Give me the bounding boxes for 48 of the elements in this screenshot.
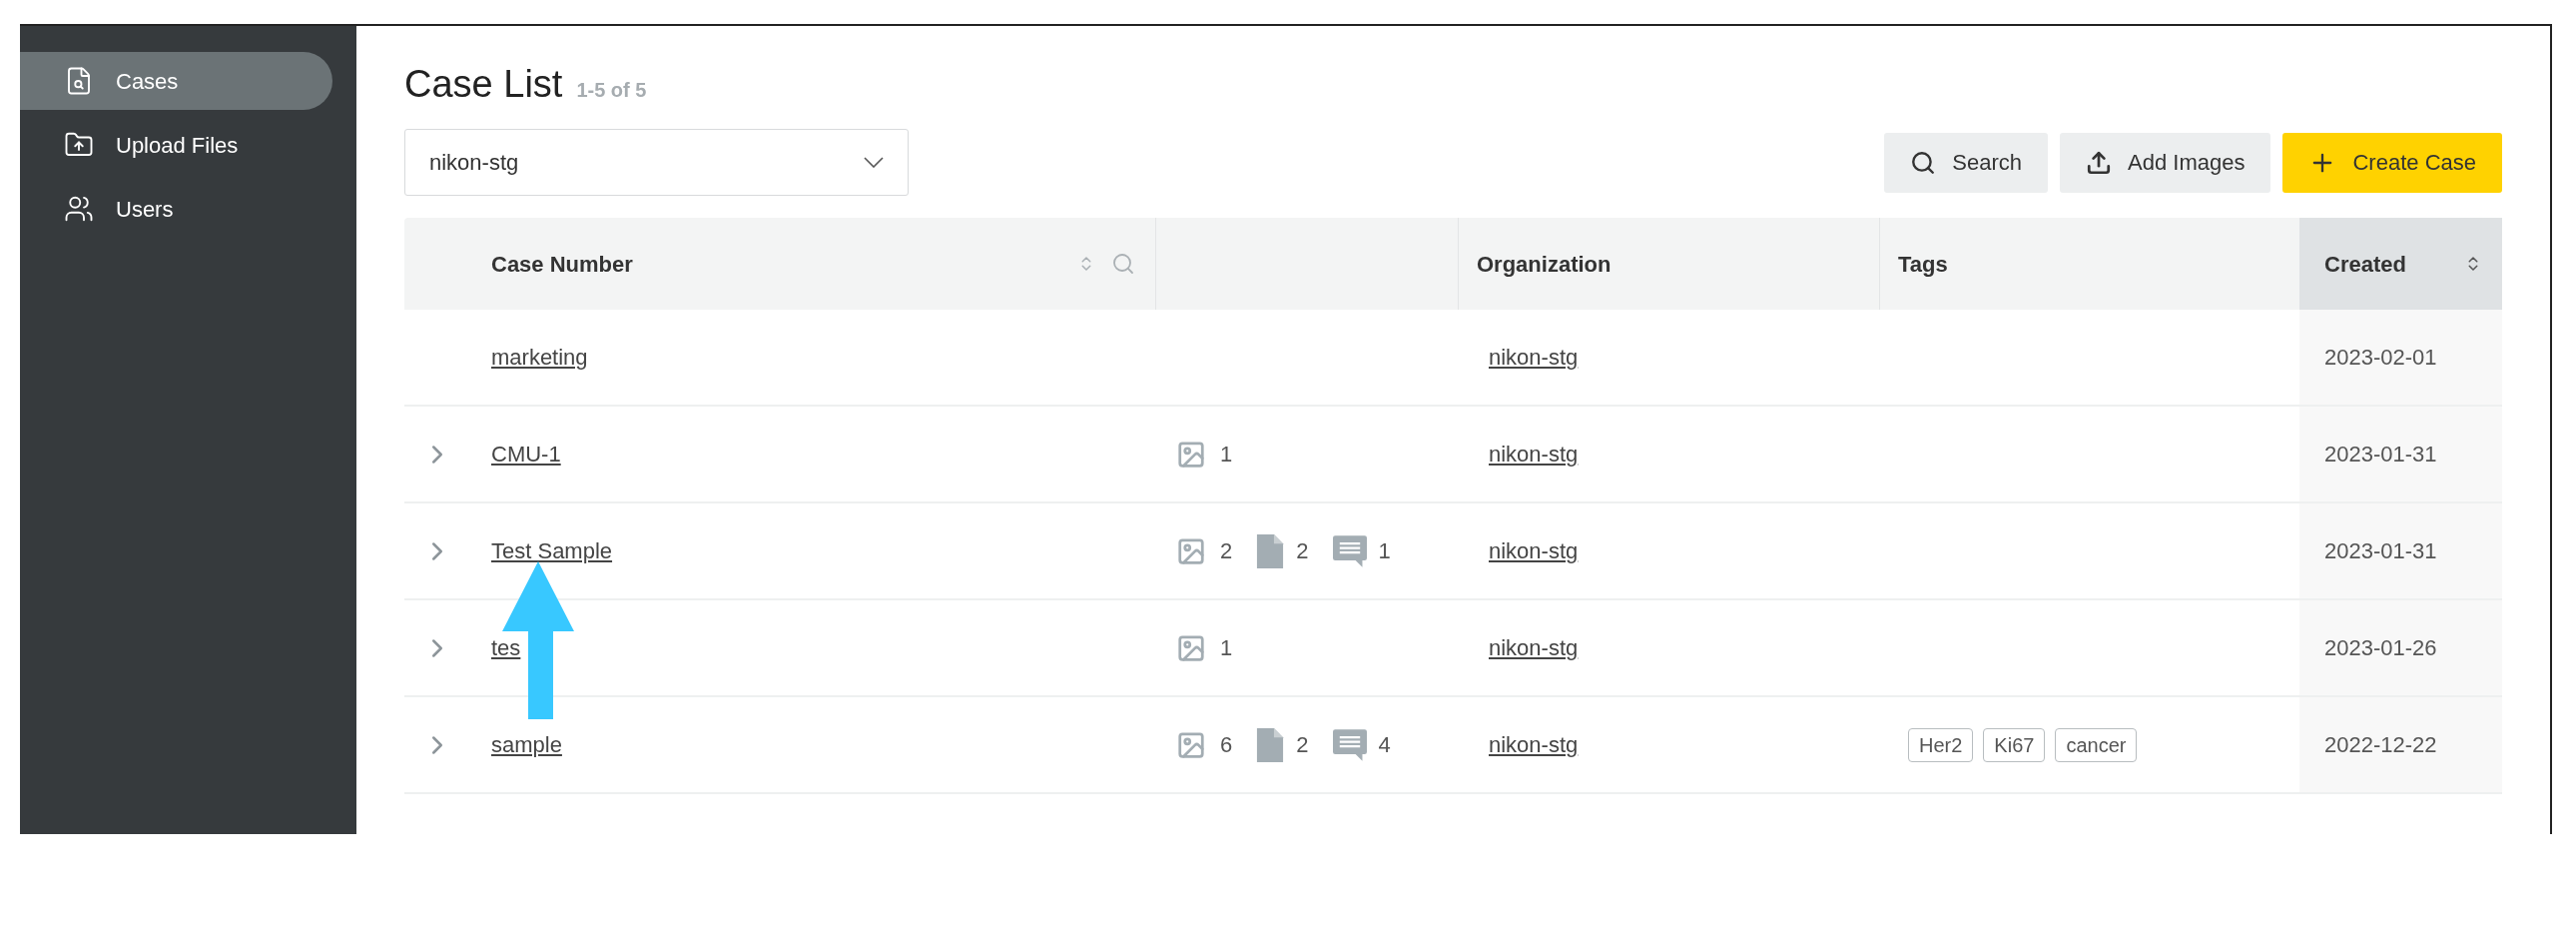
case-link[interactable]: CMU-1: [491, 442, 561, 467]
count-text: 2: [1296, 537, 1309, 565]
count-text: 2: [1296, 731, 1309, 759]
search-icon[interactable]: [1111, 252, 1135, 276]
organization-link[interactable]: nikon-stg: [1489, 345, 1579, 370]
result-count: 1-5 of 5: [576, 78, 647, 103]
column-header: Created: [2324, 250, 2406, 279]
document-icon: [1256, 533, 1285, 568]
created-date: 2022-12-22: [2324, 731, 2437, 759]
document-icon: [1256, 727, 1285, 762]
count-text: 1: [1378, 537, 1391, 565]
tag: Her2: [1908, 727, 1974, 762]
tag: Ki67: [1983, 727, 2046, 762]
add-images-button[interactable]: Add Images: [2060, 132, 2271, 193]
column-header: Case Number: [491, 250, 633, 279]
created-date: 2023-01-31: [2324, 441, 2437, 469]
organization-link[interactable]: nikon-stg: [1489, 442, 1579, 467]
count-text: 4: [1378, 731, 1391, 759]
count-text: 6: [1220, 731, 1233, 759]
organization-link[interactable]: nikon-stg: [1489, 732, 1579, 757]
sidebar-item[interactable]: Upload Files: [20, 116, 332, 174]
case-link[interactable]: Test Sample: [491, 538, 613, 563]
chevron-down-icon: [864, 157, 884, 168]
organization-link[interactable]: nikon-stg: [1489, 538, 1579, 563]
page-title: Case List: [404, 62, 563, 107]
column-header: Organization: [1477, 250, 1611, 279]
created-date: 2023-01-31: [2324, 537, 2437, 565]
users-icon: [64, 194, 94, 224]
sidebar-item[interactable]: Cases: [20, 52, 332, 110]
case-link[interactable]: marketing: [491, 345, 588, 370]
count-text: 1: [1220, 441, 1233, 469]
created-date: 2023-01-26: [2324, 634, 2437, 662]
comment-icon: [1332, 728, 1367, 761]
column-header: Tags: [1898, 250, 1948, 279]
upload-icon: [2086, 149, 2113, 176]
count-text: 2: [1220, 537, 1233, 565]
tag: cancer: [2055, 727, 2138, 762]
organization-link[interactable]: nikon-stg: [1489, 635, 1579, 660]
organization-select[interactable]: nikon-stg: [404, 129, 909, 196]
created-date: 2023-02-01: [2324, 344, 2437, 372]
sidebar-item[interactable]: Users: [20, 180, 332, 238]
search-icon: [1910, 149, 1937, 176]
comment-icon: [1332, 534, 1367, 567]
search-button[interactable]: Search: [1884, 132, 2049, 193]
create-case-button[interactable]: Create Case: [2282, 132, 2502, 193]
count-text: 1: [1220, 634, 1233, 662]
case-link[interactable]: sample: [491, 732, 562, 757]
case-link[interactable]: tes: [491, 635, 521, 660]
